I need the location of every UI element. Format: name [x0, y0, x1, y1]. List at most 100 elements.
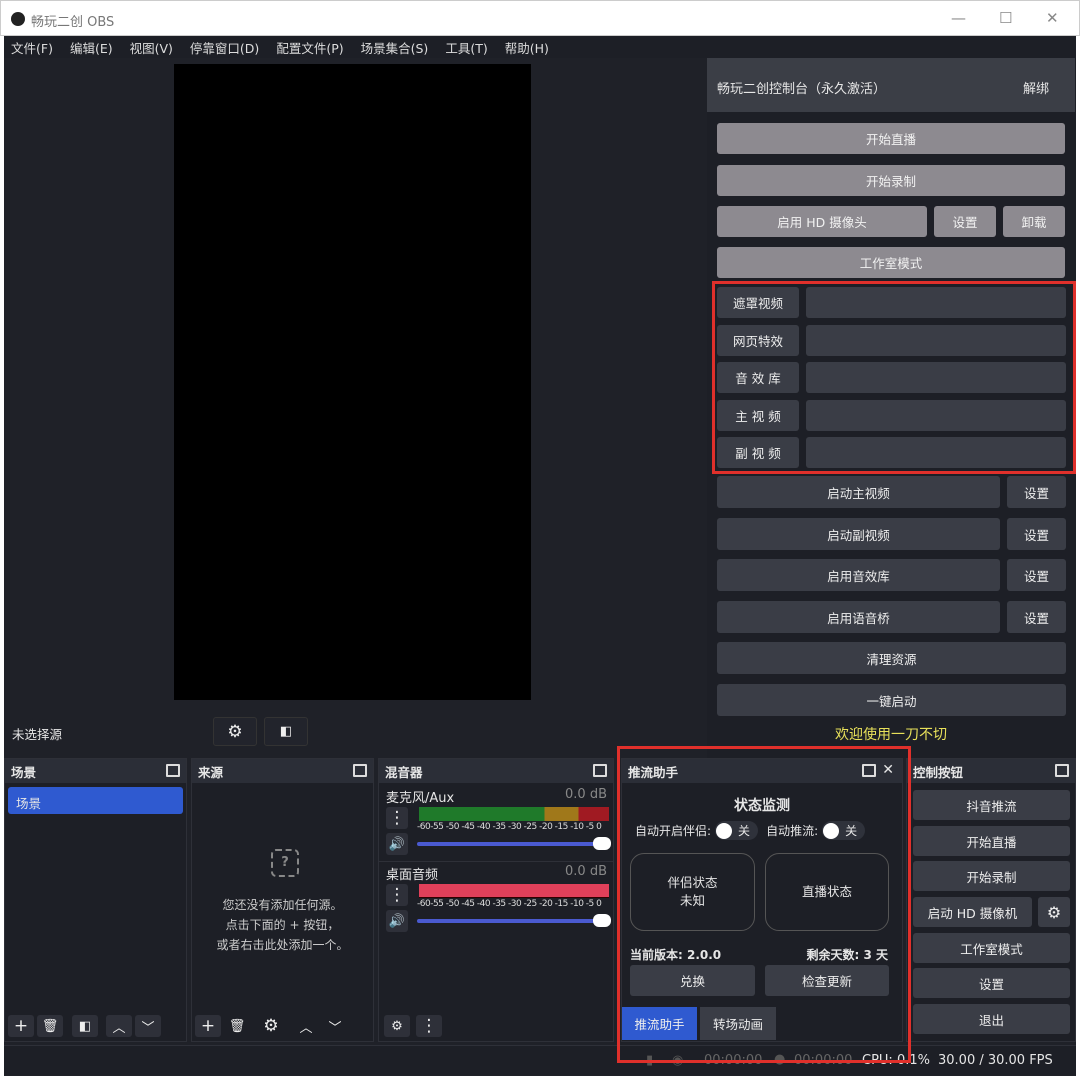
sound-library-settings-button[interactable]: 设置 — [1007, 559, 1066, 591]
gear-icon: ⚙ — [263, 1016, 279, 1036]
channel-db: 0.0 dB — [565, 787, 607, 802]
move-scene-down-button[interactable]: ﹀ — [135, 1015, 161, 1037]
channel-name: 麦克风/Aux — [386, 791, 455, 806]
one-click-start-button[interactable]: 一键启动 — [717, 684, 1066, 716]
remove-source-button[interactable]: 🗑 — [224, 1015, 250, 1037]
exit-button[interactable]: 退出 — [913, 1004, 1070, 1034]
close-button[interactable]: ✕ — [1046, 9, 1059, 27]
menu-file[interactable]: 文件(F) — [11, 38, 53, 57]
filter-icon: ◧ — [78, 1018, 92, 1034]
start-record-button[interactable]: 开始录制 — [717, 165, 1065, 196]
main-video-settings-button[interactable]: 设置 — [1007, 476, 1066, 508]
douyin-stream-button[interactable]: 抖音推流 — [913, 790, 1070, 820]
remove-scene-button[interactable]: 🗑 — [37, 1015, 63, 1037]
advanced-audio-button[interactable]: ⚙ — [384, 1015, 410, 1037]
gear-icon: ⚙ — [1046, 902, 1062, 922]
more-vertical-icon: ⋮ — [388, 808, 406, 828]
start-recording-button[interactable]: 开始录制 — [913, 861, 1070, 891]
hd-camera-button[interactable]: 启用 HD 摄像头 — [717, 206, 927, 237]
undock-icon[interactable] — [1055, 764, 1069, 777]
welcome-text: 欢迎使用一刀不切 — [835, 727, 947, 743]
scene-item[interactable]: 场景 — [8, 787, 183, 814]
hd-settings-button[interactable]: 设置 — [934, 206, 996, 237]
source-filters-button[interactable]: ◧ — [264, 717, 308, 746]
add-scene-button[interactable]: + — [8, 1015, 34, 1037]
menu-tools[interactable]: 工具(T) — [445, 38, 487, 57]
more-vertical-icon: ⋮ — [388, 885, 406, 905]
scene-filters-button[interactable]: ◧ — [72, 1015, 98, 1037]
chevron-down-icon: ﹀ — [141, 1020, 155, 1036]
start-main-video-button[interactable]: 启动主视频 — [717, 476, 1000, 508]
settings-button[interactable]: 设置 — [913, 968, 1070, 998]
minimize-button[interactable]: — — [951, 9, 966, 27]
voice-bridge-settings-button[interactable]: 设置 — [1007, 601, 1066, 633]
sources-empty-message[interactable]: 您还没有添加任何源。 点击下面的 + 按钮， 或者右击此处添加一个。 — [192, 895, 373, 955]
chevron-down-icon: ﹀ — [328, 1020, 342, 1036]
more-vertical-icon: ⋮ — [420, 1016, 438, 1036]
studio-mode-control-button[interactable]: 工作室模式 — [913, 933, 1070, 963]
volume-meter — [419, 807, 609, 821]
start-stream-button[interactable]: 开始直播 — [717, 123, 1065, 154]
controls-title: 控制按钮 — [913, 764, 964, 780]
studio-mode-button[interactable]: 工作室模式 — [717, 247, 1065, 278]
menu-bar: 文件(F) 编辑(E) 视图(V) 停靠窗口(D) 配置文件(P) 场景集合(S… — [4, 36, 1076, 58]
mute-button[interactable]: 🔊 — [386, 833, 408, 855]
start-sub-video-button[interactable]: 启动副视频 — [717, 518, 1000, 550]
preview-canvas[interactable] — [174, 64, 531, 700]
undock-icon[interactable] — [353, 764, 367, 777]
move-source-down-button[interactable]: ﹀ — [322, 1015, 348, 1037]
maximize-button[interactable]: ☐ — [999, 9, 1012, 27]
plus-icon: + — [13, 1016, 29, 1036]
menu-profile[interactable]: 配置文件(P) — [276, 38, 343, 57]
gear-icon: ⚙ — [227, 721, 243, 742]
controls-dock: 控制按钮 抖音推流 开始直播 开始录制 启动 HD 摄像机 ⚙ 工作室模式 设置… — [906, 758, 1076, 1042]
uninstall-button[interactable]: 卸载 — [1003, 206, 1065, 237]
mute-button[interactable]: 🔊 — [386, 910, 408, 932]
filter-icon: ◧ — [279, 724, 293, 739]
menu-scene-collection[interactable]: 场景集合(S) — [361, 38, 429, 57]
camera-settings-button[interactable]: ⚙ — [1038, 897, 1070, 927]
start-streaming-button[interactable]: 开始直播 — [913, 826, 1070, 856]
menu-view[interactable]: 视图(V) — [130, 38, 173, 57]
volume-slider[interactable] — [417, 837, 611, 850]
volume-slider[interactable] — [417, 914, 611, 927]
channel-menu-button[interactable]: ⋮ — [386, 884, 408, 906]
move-scene-up-button[interactable]: ︿ — [106, 1015, 132, 1037]
status-bar: ▮ ◉ 00:00:00 ● 00:00:00 CPU: 0.1% 30.00 … — [4, 1045, 1076, 1075]
menu-help[interactable]: 帮助(H) — [505, 38, 549, 57]
menu-docks[interactable]: 停靠窗口(D) — [190, 38, 259, 57]
meter-scale: -60-55 -50 -45 -40 -35 -30 -25 -20 -15 -… — [417, 822, 602, 832]
unbind-link[interactable]: 解绑 — [1023, 78, 1049, 97]
slider-handle[interactable] — [593, 837, 611, 850]
mixer-channel-desktop: 桌面音频 0.0 dB ⋮ -60-55 -50 -45 -40 -35 -30… — [379, 861, 613, 937]
source-properties-button[interactable]: ⚙ — [213, 717, 257, 746]
no-source-label: 未选择源 — [12, 727, 63, 742]
enable-sound-library-button[interactable]: 启用音效库 — [717, 559, 1000, 591]
question-icon: ? — [271, 849, 299, 877]
start-hd-camera-button[interactable]: 启动 HD 摄像机 — [913, 897, 1032, 927]
volume-meter — [419, 884, 609, 898]
source-properties-button[interactable]: ⚙ — [258, 1015, 284, 1037]
mixer-title: 混音器 — [385, 764, 423, 780]
channel-menu-button[interactable]: ⋮ — [386, 807, 408, 829]
trash-icon: 🗑 — [228, 1018, 246, 1034]
scenes-dock: 场景 场景 + 🗑 ◧ ︿ ﹀ — [4, 758, 187, 1042]
highlight-box — [712, 281, 1076, 474]
undock-icon[interactable] — [593, 764, 607, 777]
undock-icon[interactable] — [166, 764, 180, 777]
menu-edit[interactable]: 编辑(E) — [70, 38, 113, 57]
enable-voice-bridge-button[interactable]: 启用语音桥 — [717, 601, 1000, 633]
move-source-up-button[interactable]: ︿ — [293, 1015, 319, 1037]
mixer-menu-button[interactable]: ⋮ — [416, 1015, 442, 1037]
sub-video-settings-button[interactable]: 设置 — [1007, 518, 1066, 550]
empty-line-2: 点击下面的 + 按钮， — [225, 918, 340, 932]
sources-title: 来源 — [198, 764, 224, 780]
add-source-button[interactable]: + — [195, 1015, 221, 1037]
trash-icon: 🗑 — [41, 1018, 59, 1034]
highlight-box — [617, 746, 911, 1063]
window-title: 畅玩二创 OBS — [31, 15, 115, 30]
scenes-title: 场景 — [11, 764, 37, 780]
slider-handle[interactable] — [593, 914, 611, 927]
empty-line-1: 您还没有添加任何源。 — [222, 898, 343, 912]
clean-resources-button[interactable]: 清理资源 — [717, 642, 1066, 674]
